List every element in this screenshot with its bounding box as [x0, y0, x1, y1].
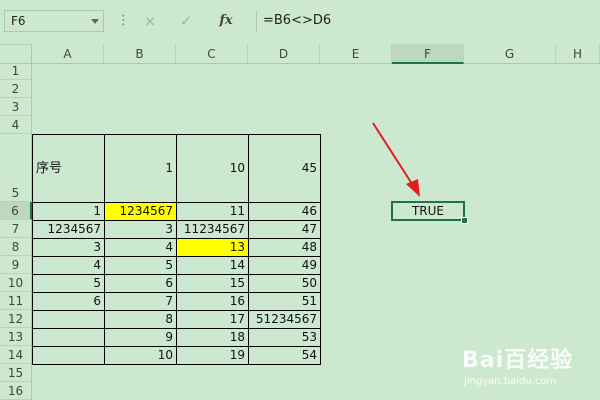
chevron-down-icon[interactable] — [91, 19, 99, 24]
confirm-icon[interactable]: ✓ — [174, 10, 198, 32]
cancel-icon[interactable]: × — [138, 10, 162, 32]
watermark-brand: Bai百经验 — [462, 348, 574, 373]
name-box[interactable]: F6 — [4, 10, 104, 32]
watermark-url: jingyan.baidu.com — [464, 376, 557, 387]
baidu-jingyan-watermark: Bai百经验 jingyan.baidu.com — [462, 342, 598, 398]
formula-text: =B6<>D6 — [263, 13, 332, 28]
formula-bar: F6 ⋮ × ✓ fx =B6<>D6 — [0, 0, 600, 45]
insert-function-icon[interactable]: fx — [214, 10, 238, 32]
more-icon: ⋮ — [117, 13, 130, 28]
formula-input[interactable]: =B6<>D6 — [256, 10, 600, 32]
formula-actions: × ✓ fx — [138, 10, 248, 32]
name-box-value: F6 — [11, 14, 26, 28]
